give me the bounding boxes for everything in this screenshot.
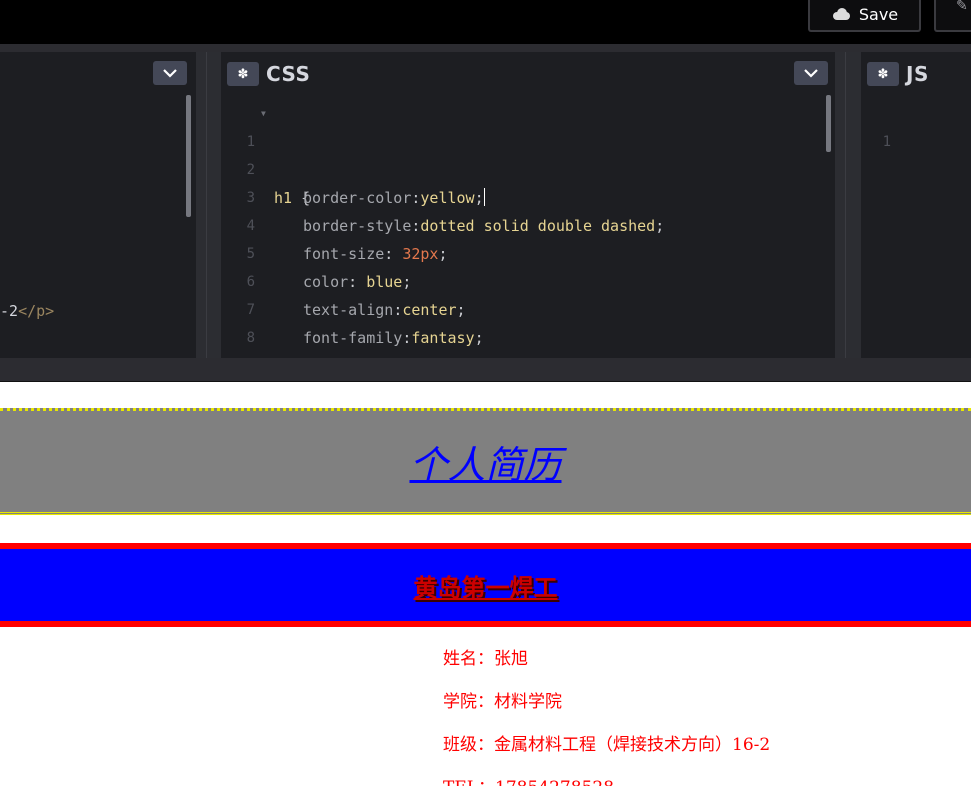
html-options-button[interactable] <box>153 61 187 85</box>
cloud-icon <box>831 8 851 20</box>
settings-button[interactable]: ✎ <box>934 0 971 32</box>
preview-h2-box: 黄岛第一焊工 <box>0 543 971 627</box>
save-button-label: Save <box>858 5 899 24</box>
html-editor-header <box>0 52 196 95</box>
js-code-area[interactable]: 1 <box>861 95 971 358</box>
gear-icon: ✽ <box>237 66 249 82</box>
preview-h1-box: 个人简历 <box>0 408 971 515</box>
html-fragment-text: -2 <box>0 302 19 320</box>
fold-arrow-icon[interactable]: ▼ <box>261 100 266 128</box>
css-editor-pane: ✽ CSS 1 ▼ h1 { 2 border-color:yellow; 3 … <box>221 52 835 358</box>
css-code: 1 ▼ h1 { 2 border-color:yellow; 3 border… <box>221 100 835 358</box>
js-editor-pane: ✽ JS 1 <box>861 52 971 358</box>
code-line: 7 font-family:fantasy; <box>221 268 835 347</box>
line-number: 1 <box>882 134 891 150</box>
pane-resizer-html-css[interactable] <box>196 52 221 358</box>
info-tel: TEL：17854278528 <box>443 776 770 786</box>
code-line: 1 ▼ h1 { <box>221 100 835 207</box>
preview-h1-heading: 个人简历 <box>409 443 562 487</box>
js-editor-header: ✽ JS <box>861 52 971 95</box>
code-line: 9 font-style:oblique; <box>221 324 835 352</box>
settings-icon: ✎ <box>956 0 968 14</box>
html-editor-pane: -2</p> <box>0 52 196 358</box>
code-line: 6 text-align:center; <box>221 240 835 319</box>
code-line: 4 font-size: 32px; <box>221 184 835 263</box>
chevron-down-icon <box>804 68 818 78</box>
css-code-area[interactable]: 1 ▼ h1 { 2 border-color:yellow; 3 border… <box>221 95 835 358</box>
code-line: 8 font-weight:normal; <box>221 296 835 358</box>
css-settings-button[interactable]: ✽ <box>227 62 259 86</box>
code-line: 5 color: blue; <box>221 212 835 291</box>
save-button[interactable]: Save <box>808 0 921 32</box>
css-pane-title: CSS <box>266 62 311 86</box>
html-code-fragment: -2</p> <box>0 302 54 320</box>
code-line: 1 <box>861 100 971 150</box>
info-college: 学院：材料学院 <box>443 692 562 712</box>
toolbar-divider <box>0 44 971 52</box>
html-scrollbar[interactable] <box>186 95 191 217</box>
css-editor-header: ✽ CSS <box>221 52 835 95</box>
code-line: 3 border-style:dotted solid double dashe… <box>221 156 835 235</box>
code-line: 2 border-color:yellow; <box>221 128 835 207</box>
preview-info-list: 姓名：张旭 学院：材料学院 班级：金属材料工程（焊接技术方向）16-2 TEL：… <box>443 647 770 786</box>
gear-icon: ✽ <box>877 66 889 82</box>
pane-resizer-css-js[interactable] <box>835 52 861 358</box>
editor-footer-bar[interactable] <box>0 358 971 382</box>
top-toolbar: Save ✎ <box>0 0 971 44</box>
css-options-button[interactable] <box>794 61 828 85</box>
js-pane-title: JS <box>906 62 929 86</box>
js-settings-button[interactable]: ✽ <box>867 62 899 86</box>
info-name: 姓名：张旭 <box>443 649 528 669</box>
editor-area: -2</p> ✽ CSS 1 ▼ h1 { 2 border-color:yel… <box>0 52 971 358</box>
js-code: 1 <box>861 100 971 150</box>
preview-h2-heading: 黄岛第一焊工 <box>413 573 558 602</box>
info-class: 班级：金属材料工程（焊接技术方向）16-2 <box>443 735 771 755</box>
html-code-area[interactable]: -2</p> <box>0 95 196 358</box>
result-preview: 个人简历 黄岛第一焊工 姓名：张旭 学院：材料学院 班级：金属材料工程（焊接技术… <box>0 382 971 786</box>
chevron-down-icon <box>163 68 177 78</box>
html-fragment-tag: </p> <box>18 302 55 320</box>
